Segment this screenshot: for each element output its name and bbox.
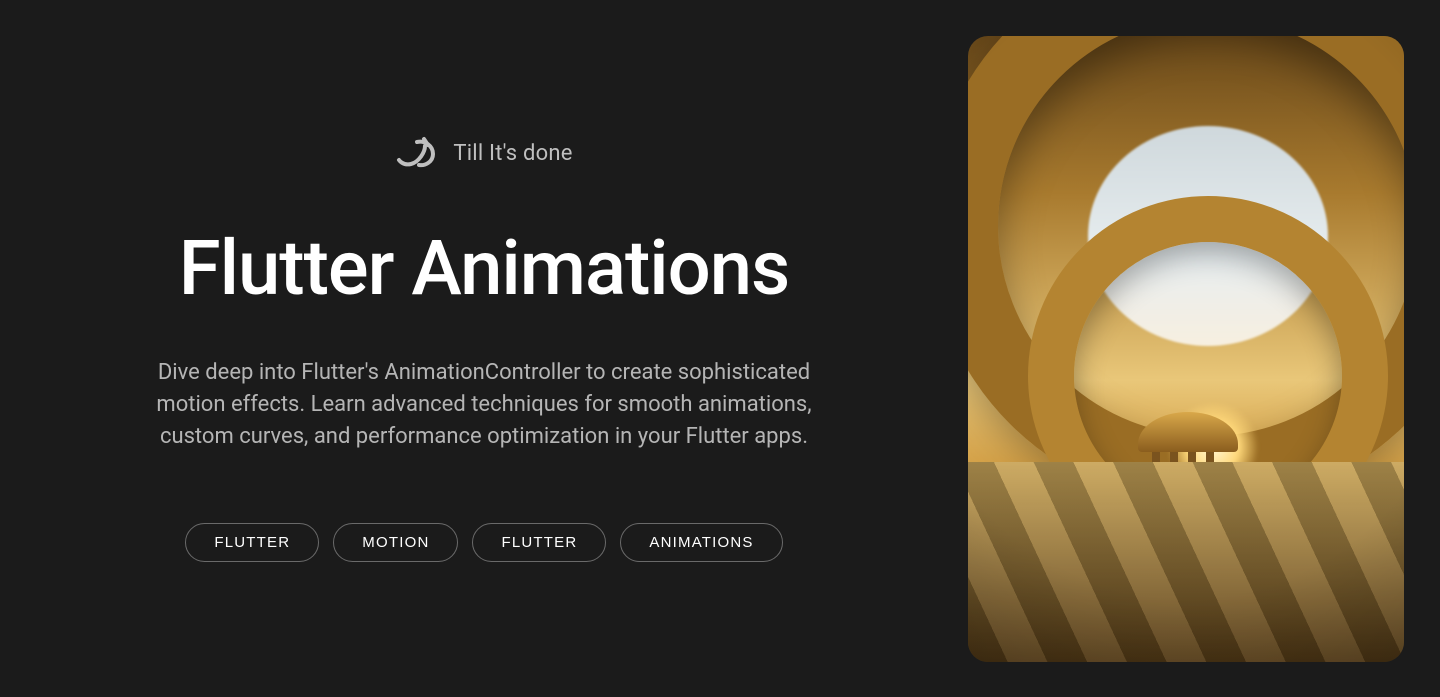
brand: Till It's done <box>395 135 572 171</box>
tag-row: FLUTTER MOTION FLUTTER ANIMATIONS <box>185 523 782 562</box>
brand-logo-icon <box>395 135 439 171</box>
tag-flutter[interactable]: FLUTTER <box>185 523 319 562</box>
tag-flutter-2[interactable]: FLUTTER <box>472 523 606 562</box>
decorative-vignette <box>968 36 1404 662</box>
hero-image <box>968 36 1404 662</box>
hero-right <box>968 0 1440 697</box>
tag-motion[interactable]: MOTION <box>333 523 458 562</box>
page-title: Flutter Animations <box>179 223 789 313</box>
page-description: Dive deep into Flutter's AnimationContro… <box>144 357 824 453</box>
tag-animations[interactable]: ANIMATIONS <box>620 523 782 562</box>
hero-left: Till It's done Flutter Animations Dive d… <box>0 0 968 697</box>
brand-name: Till It's done <box>453 141 572 166</box>
